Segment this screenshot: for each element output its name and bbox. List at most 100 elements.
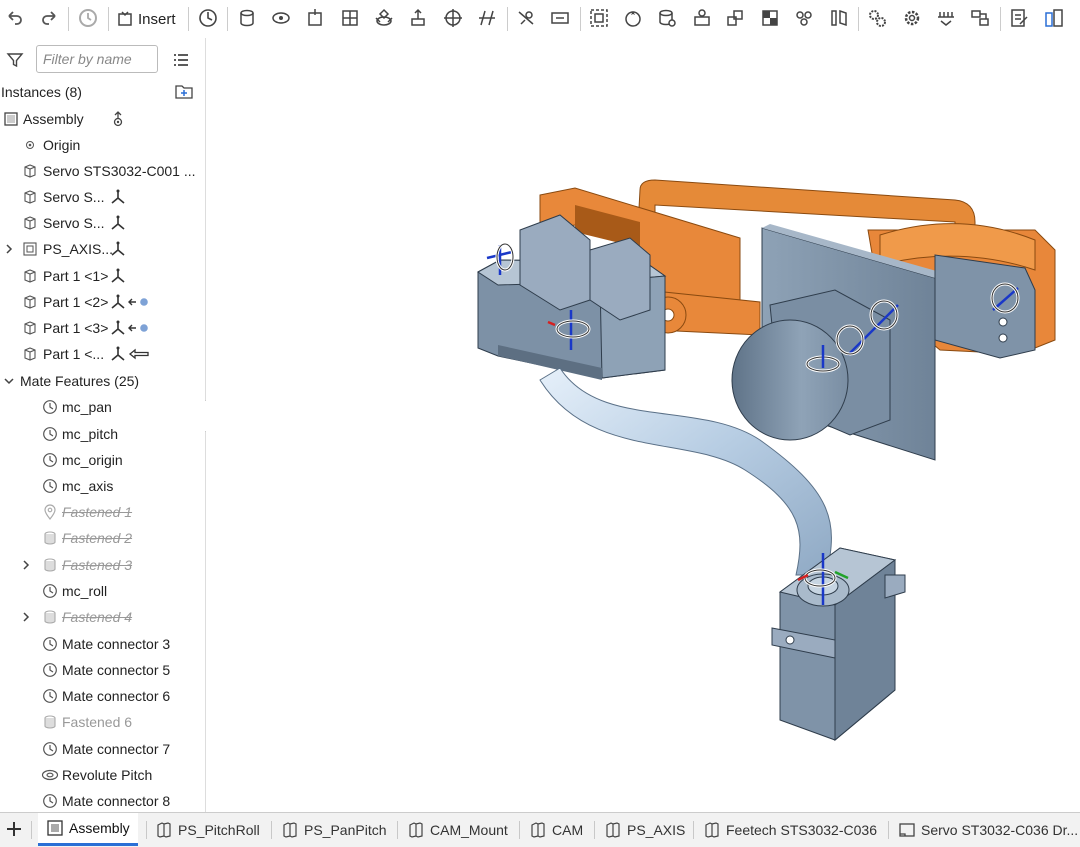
mate-connector-icon <box>42 741 58 757</box>
tab-assembly[interactable]: Assembly <box>38 813 138 846</box>
tab-feetech-sts3032[interactable]: Feetech STS3032-C036 <box>703 813 877 846</box>
mate-item[interactable]: mc_roll <box>0 578 205 604</box>
tab-ps-axis[interactable]: PS_AXIS <box>604 813 685 846</box>
part-instance-icon <box>22 320 38 336</box>
part-instance-icon <box>22 268 38 284</box>
revolute-mate-icon[interactable] <box>270 7 292 29</box>
fixed-indicator-icon <box>127 320 151 336</box>
rack-icon[interactable] <box>935 7 957 29</box>
mate-item-label: mc_roll <box>62 583 108 599</box>
mate-item[interactable]: Fastened 6 <box>0 709 205 735</box>
tab-ps-panpitch[interactable]: PS_PanPitch <box>281 813 387 846</box>
list-view-icon[interactable] <box>172 51 190 69</box>
fastened-mate-icon <box>42 557 58 573</box>
mate-connector-icon <box>42 662 58 678</box>
mate-features-header[interactable]: Mate Features (25) <box>0 368 205 394</box>
tree-item-part-1-2[interactable]: Part 1 <2> <box>0 289 205 315</box>
parallel-mate-icon[interactable] <box>476 7 498 29</box>
tree-item-part-1-4[interactable]: Part 1 <... <box>0 341 205 367</box>
drawing-tab-icon <box>899 822 915 837</box>
mate-item-label: Mate connector 8 <box>62 793 171 809</box>
bill-of-materials-icon[interactable] <box>1043 7 1065 29</box>
replicate-icon[interactable] <box>622 7 644 29</box>
mate-item-label: Fastened 3 <box>62 557 133 573</box>
filter-input[interactable] <box>36 45 158 73</box>
tab-label: PS_PanPitch <box>304 821 387 838</box>
mate-item[interactable]: mc_pitch <box>0 421 205 447</box>
mate-item[interactable]: Mate connector 3 <box>0 631 205 657</box>
mate-connector-icon[interactable] <box>197 7 219 29</box>
pin-slot-mate-icon[interactable] <box>407 7 429 29</box>
mate-item[interactable]: Mate connector 6 <box>0 683 205 709</box>
mate-connector-icon <box>42 452 58 468</box>
mate-item[interactable]: Revolute Pitch <box>0 762 205 788</box>
mate-item-label: mc_pan <box>62 399 112 415</box>
tree-item-part-1-1[interactable]: Part 1 <1> <box>0 263 205 289</box>
assembly-icon <box>3 111 19 127</box>
mate-connector-triad-icon <box>110 268 126 284</box>
mate-item[interactable]: Mate connector 5 <box>0 657 205 683</box>
instances-header[interactable]: Instances (8) <box>0 79 205 105</box>
tab-cam-mount[interactable]: CAM_Mount <box>407 813 508 846</box>
tree-item-servo-3[interactable]: Servo S... <box>0 210 205 236</box>
linear-relation-icon[interactable] <box>969 7 991 29</box>
tree-item-servo-2[interactable]: Servo S... <box>0 184 205 210</box>
graphics-viewport[interactable] <box>206 38 1080 812</box>
chevron-right-icon[interactable] <box>20 559 32 571</box>
mate-item[interactable]: Fastened 2 <box>0 525 205 551</box>
mate-item-label: Fastened 4 <box>62 609 133 625</box>
circular-pattern-icon[interactable] <box>759 7 781 29</box>
settings-gear-icon[interactable] <box>901 7 923 29</box>
ball-mate-icon[interactable] <box>442 7 464 29</box>
mate-item[interactable]: mc_pan <box>0 394 205 420</box>
bottom-servo[interactable] <box>771 547 906 742</box>
assembly-model[interactable] <box>206 38 1080 812</box>
tab-servo-drawing[interactable]: Servo ST3032-C036 Dr... <box>898 813 1078 846</box>
gear-relation-icon[interactable] <box>691 7 713 29</box>
tree-assembly[interactable]: Assembly <box>0 106 205 132</box>
explode-icon[interactable] <box>793 7 815 29</box>
mate-item[interactable]: Mate connector 7 <box>0 736 205 762</box>
chevron-right-icon[interactable] <box>3 243 15 255</box>
planar-mate-icon[interactable] <box>339 7 361 29</box>
redo-icon[interactable] <box>38 7 60 29</box>
mate-item[interactable]: mc_origin <box>0 447 205 473</box>
toolbar: Insert <box>0 0 1080 39</box>
insert-instance-icon[interactable] <box>174 83 194 101</box>
mate-item[interactable]: Fastened 4 <box>0 604 205 630</box>
linear-pattern-icon[interactable] <box>725 7 747 29</box>
insert-button[interactable]: Insert <box>116 6 176 32</box>
mate-item[interactable]: mc_axis <box>0 473 205 499</box>
gear-icon[interactable] <box>866 7 888 29</box>
group-icon[interactable] <box>588 7 610 29</box>
tangent-mate-icon[interactable] <box>515 7 537 29</box>
tree-item-origin[interactable]: Origin <box>0 132 205 158</box>
mate-item[interactable]: Fastened 3 <box>0 552 205 578</box>
right-servo[interactable] <box>934 254 1036 359</box>
undo-icon[interactable] <box>4 7 26 29</box>
filter-row <box>0 38 205 80</box>
part-studio-tab-icon <box>409 821 423 838</box>
tab-ps-pitchroll[interactable]: PS_PitchRoll <box>155 813 260 846</box>
tree-item-part-1-3[interactable]: Part 1 <3> <box>0 315 205 341</box>
named-position-icon[interactable] <box>828 7 850 29</box>
width-mate-icon[interactable] <box>549 7 571 29</box>
filter-icon[interactable] <box>6 51 24 69</box>
edit-note-icon[interactable] <box>1008 7 1030 29</box>
chevron-down-icon[interactable] <box>3 375 15 387</box>
slider-mate-icon[interactable] <box>304 7 326 29</box>
mate-connector-origin-icon[interactable] <box>110 111 126 127</box>
location-pin-icon <box>42 504 58 520</box>
tree-item-servo-1[interactable]: Servo STS3032-C001 ... <box>0 158 205 184</box>
mate-item[interactable]: Mate connector 8 <box>0 788 205 812</box>
mate-item[interactable]: Fastened 1 <box>0 499 205 525</box>
add-tab-icon[interactable] <box>4 819 24 839</box>
tab-cam[interactable]: CAM <box>529 813 583 846</box>
tree-item-ps-axis[interactable]: PS_AXIS... <box>0 236 205 262</box>
fixed-indicator-icon <box>127 294 151 310</box>
cylindrical-mate-icon[interactable] <box>373 7 395 29</box>
mate-relation-icon[interactable] <box>656 7 678 29</box>
history-icon[interactable] <box>77 7 99 29</box>
chevron-right-icon[interactable] <box>20 611 32 623</box>
fastened-mate-icon[interactable] <box>236 7 258 29</box>
